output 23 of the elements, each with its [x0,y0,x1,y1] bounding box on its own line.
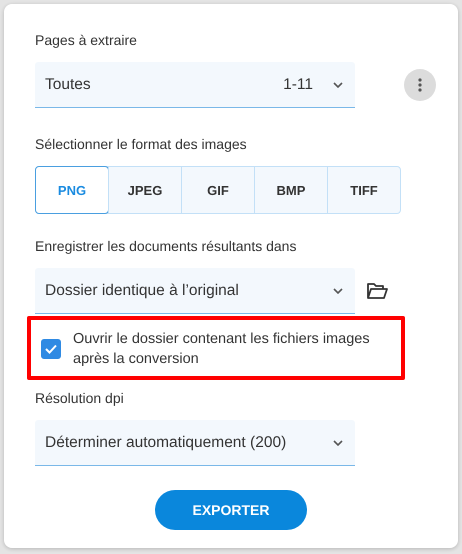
checkbox-label: Ouvrir le dossier contenant les fichiers images après la conversion [73,330,371,369]
folder-icon[interactable] [367,283,388,299]
pages-select[interactable]: Toutes 1-11 [35,62,355,108]
chevron-icon [333,82,343,88]
folder-select[interactable]: Dossier identique à l’original [35,268,355,314]
more-icon [418,78,422,92]
format-option[interactable]: BMP [254,167,327,213]
check-icon [45,344,57,354]
section-label: Résolution dpi [35,390,124,406]
export-button[interactable]: EXPORTER [155,490,307,530]
chevron-icon [333,440,343,446]
resolution-select[interactable]: Déterminer automatiquement (200) [35,420,355,466]
checkbox[interactable] [41,339,61,359]
section-label: Pages à extraire [35,32,137,48]
format-option[interactable]: JPEG [108,167,181,213]
format-option[interactable]: PNG [35,166,109,214]
section-label: Sélectionner le format des images [35,136,247,152]
checkbox-option[interactable]: Ouvrir le dossier contenant les fichiers images après la conversion [27,316,405,380]
section-label: Enregistrer les documents résultants dans [35,238,296,254]
format-option[interactable]: GIF [181,167,254,213]
more-button[interactable] [404,69,436,101]
format-option[interactable]: TIFF [327,167,400,213]
chevron-icon [333,288,343,294]
